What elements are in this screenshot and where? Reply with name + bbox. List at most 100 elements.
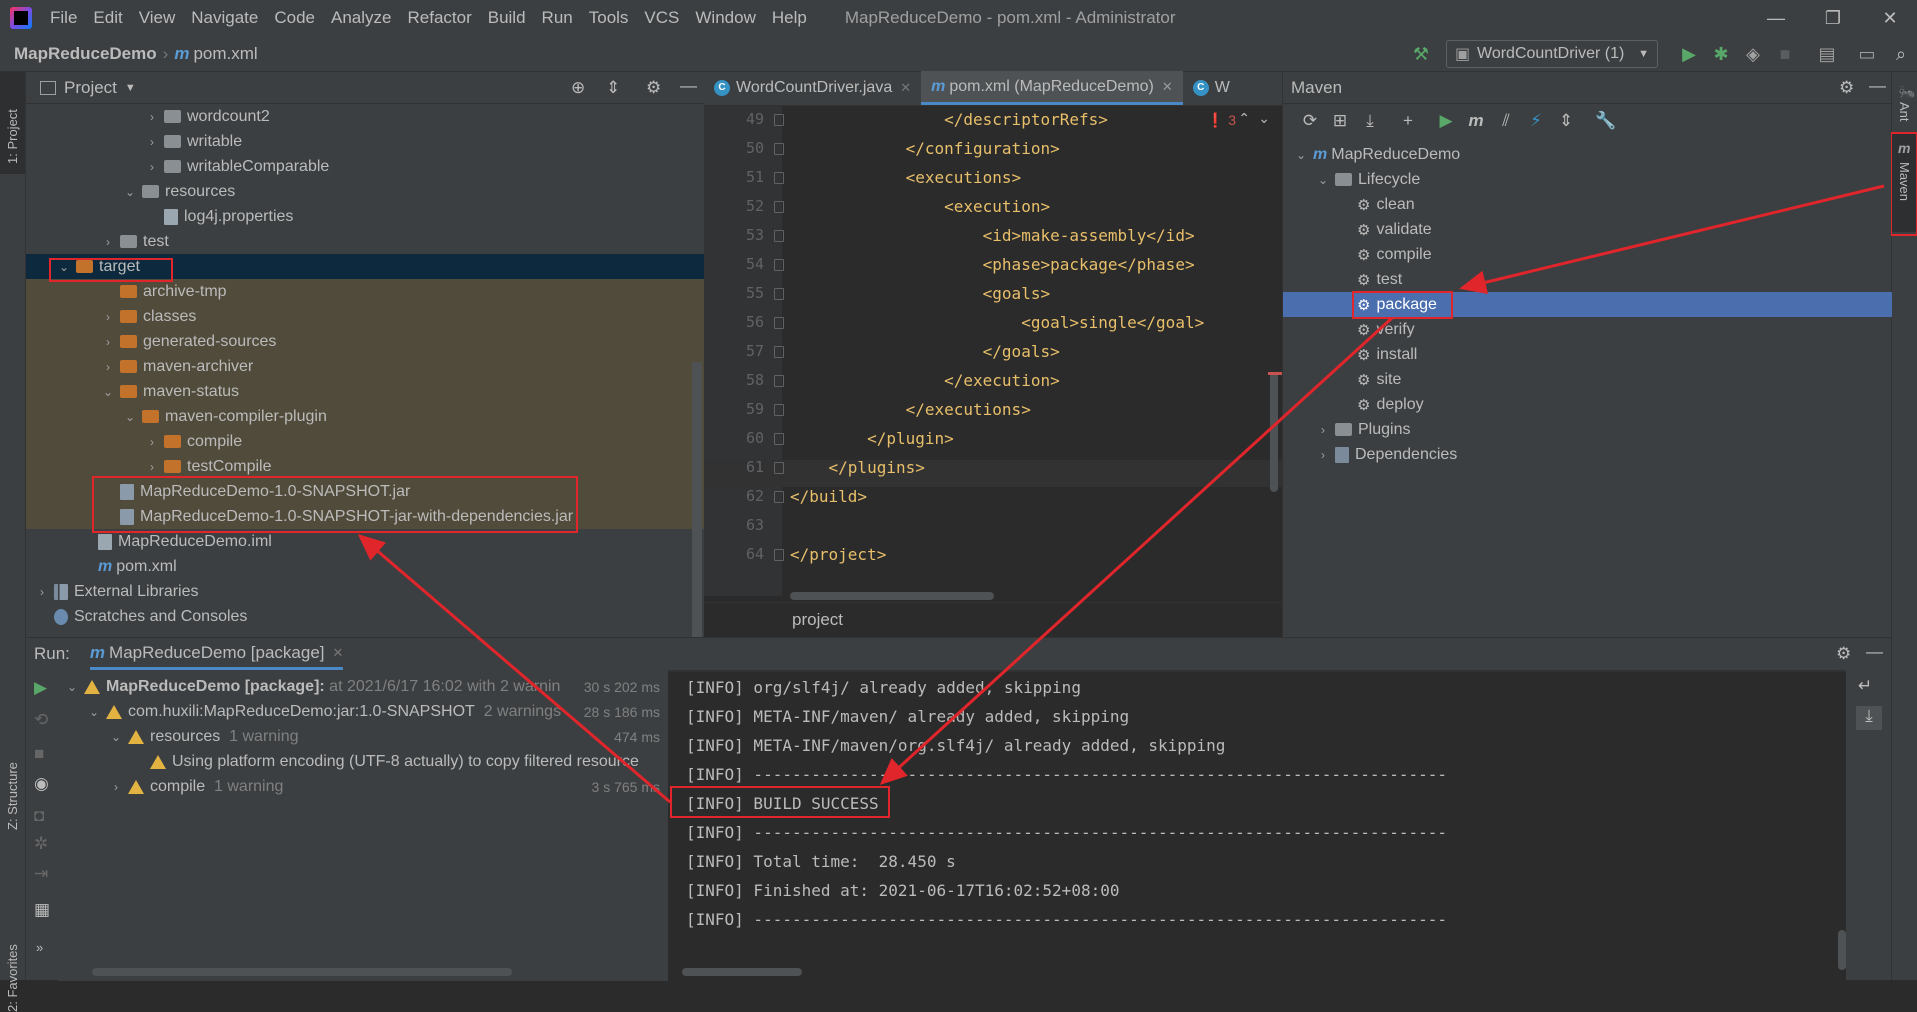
fold-marker-icon[interactable]	[774, 375, 784, 387]
tab-wordcountdriver[interactable]: C WordCountDriver.java ✕	[704, 71, 921, 105]
code-line[interactable]: <id>make-assembly</id>	[790, 226, 1195, 245]
chevron-right-icon[interactable]: ›	[108, 780, 124, 794]
chevron-right-icon[interactable]: ›	[100, 310, 116, 324]
ant-tab[interactable]: Ant	[1897, 102, 1912, 122]
menu-vcs[interactable]: VCS	[636, 8, 687, 28]
console-horizontal-scrollbar[interactable]	[682, 968, 802, 976]
menu-view[interactable]: View	[131, 8, 184, 28]
project-tree-item[interactable]: › External Libraries	[26, 579, 704, 604]
build-tree-item[interactable]: ⌄ resources 1 warning 474 ms	[58, 724, 668, 749]
execute-goal-icon[interactable]: m	[1461, 111, 1491, 131]
xml-breadcrumb[interactable]: project	[792, 610, 843, 630]
build-tree-item[interactable]: ⌄ MapReduceDemo [package]: at 2021/6/17 1…	[58, 674, 668, 699]
soft-wrap-icon[interactable]: ↵	[1858, 676, 1872, 696]
lifecycle-phase-validate[interactable]: ⚙ validate	[1283, 217, 1892, 242]
run-configuration-select[interactable]: ▣ WordCountDriver (1) ▼	[1446, 40, 1658, 68]
close-tab-icon[interactable]: ✕	[1162, 79, 1173, 95]
code-line[interactable]: </descriptorRefs>	[790, 110, 1108, 129]
lifecycle-phase-clean[interactable]: ⚙ clean	[1283, 192, 1892, 217]
tab-pom-xml[interactable]: m pom.xml (MapReduceDemo) ✕	[921, 71, 1183, 105]
menu-edit[interactable]: Edit	[85, 8, 130, 28]
build-tree-scrollbar[interactable]	[92, 968, 512, 976]
menu-code[interactable]: Code	[266, 8, 323, 28]
project-panel-title[interactable]: Project	[64, 78, 117, 98]
breadcrumb-project[interactable]: MapReduceDemo	[14, 44, 157, 64]
lifecycle-phase-package[interactable]: ⚙ package	[1283, 292, 1892, 317]
reload-icon[interactable]: ⟳	[1295, 111, 1325, 131]
menu-refactor[interactable]: Refactor	[399, 8, 479, 28]
project-tree-item[interactable]: › classes	[26, 304, 704, 329]
skip-tests-icon[interactable]: ⚡	[1521, 111, 1551, 131]
project-scrollbar[interactable]	[692, 362, 702, 637]
code-line[interactable]: </execution>	[790, 371, 1060, 390]
lifecycle-phase-install[interactable]: ⚙ install	[1283, 342, 1892, 367]
project-tree-item[interactable]: ⌄ maven-status	[26, 379, 704, 404]
plugins-node[interactable]: › Plugins	[1283, 417, 1892, 442]
fold-marker-icon[interactable]	[774, 172, 784, 184]
project-tree-item[interactable]: log4j.properties	[26, 204, 704, 229]
favorites-tab[interactable]: 2: Favorites	[5, 944, 20, 1012]
close-icon[interactable]: ✕	[1865, 0, 1915, 36]
project-tree-item[interactable]: › writable	[26, 129, 704, 154]
fold-marker-icon[interactable]	[774, 317, 784, 329]
fold-marker-icon[interactable]	[774, 230, 784, 242]
project-tree-item[interactable]: › test	[26, 229, 704, 254]
lifecycle-phase-compile[interactable]: ⚙ compile	[1283, 242, 1892, 267]
fold-marker-icon[interactable]	[774, 462, 784, 474]
editor-vertical-scrollbar[interactable]	[1270, 372, 1278, 492]
project-tree-item[interactable]: › compile	[26, 429, 704, 454]
menu-file[interactable]: File	[42, 8, 85, 28]
project-tree-item[interactable]: › generated-sources	[26, 329, 704, 354]
maven-root[interactable]: ⌄ m MapReduceDemo	[1283, 142, 1892, 167]
build-tree-item[interactable]: ⌄ com.huxili:MapReduceDemo:jar:1.0-SNAPSH…	[58, 699, 668, 724]
menu-window[interactable]: Window	[687, 8, 763, 28]
code-content[interactable]: 49 </descriptorRefs> 50 </configuration> 5…	[704, 106, 1282, 596]
code-line[interactable]: </project>	[790, 545, 886, 564]
editor-horizontal-scrollbar[interactable]	[790, 592, 994, 600]
project-tree-item[interactable]: Scratches and Consoles	[26, 604, 704, 629]
camera-icon[interactable]: ◘	[34, 806, 44, 826]
chevron-right-icon[interactable]: ›	[1315, 423, 1331, 437]
code-line[interactable]: </build>	[790, 487, 867, 506]
toolbox-icon[interactable]: ▭	[1854, 41, 1880, 67]
restore-icon[interactable]: ❐	[1808, 0, 1858, 36]
code-line[interactable]: <execution>	[790, 197, 1050, 216]
chevron-down-icon[interactable]: ⌄	[108, 730, 124, 744]
project-tree-item[interactable]: archive-tmp	[26, 279, 704, 304]
chevron-down-icon[interactable]: ⌄	[1315, 173, 1331, 187]
chevron-down-icon[interactable]: ⌄	[56, 260, 72, 274]
download-icon[interactable]: ⤓	[1355, 111, 1385, 131]
fold-marker-icon[interactable]	[774, 259, 784, 271]
code-line[interactable]: </goals>	[790, 342, 1060, 361]
error-indicator[interactable]: ❗ 3	[1207, 112, 1236, 129]
add-icon[interactable]: +	[1393, 111, 1423, 131]
project-tree-item[interactable]: MapReduceDemo.iml	[26, 529, 704, 554]
fold-marker-icon[interactable]	[774, 491, 784, 503]
chevron-down-icon[interactable]: ⌄	[122, 410, 138, 424]
fold-marker-icon[interactable]	[774, 549, 784, 561]
project-structure-icon[interactable]: ▤	[1814, 41, 1840, 67]
minimize-icon[interactable]: —	[1751, 0, 1801, 36]
menu-navigate[interactable]: Navigate	[183, 8, 266, 28]
chevron-right-icon[interactable]: ›	[1315, 448, 1331, 462]
locate-file-icon[interactable]: ⊕	[571, 78, 585, 98]
build-tree-item[interactable]: › compile 1 warning 3 s 765 ms	[58, 774, 668, 799]
gear-icon[interactable]: ⚙	[1836, 644, 1851, 664]
chevron-down-icon[interactable]: ⌄	[100, 385, 116, 399]
close-tab-icon[interactable]: ✕	[900, 80, 911, 96]
project-tree-item[interactable]: m pom.xml	[26, 554, 704, 579]
wrench-icon[interactable]: 🔧	[1591, 111, 1621, 131]
run-tab[interactable]: m MapReduceDemo [package] ✕	[89, 638, 344, 670]
chevron-right-icon[interactable]: ›	[34, 585, 50, 599]
collapse-all-icon[interactable]: ⇕	[1551, 111, 1581, 131]
scroll-to-end-icon[interactable]: ⤓	[1856, 706, 1882, 730]
build-console[interactable]: [INFO] org/slf4j/ already added, skippin…	[668, 670, 1846, 981]
stop-icon[interactable]: ■	[34, 744, 44, 764]
fold-marker-icon[interactable]	[774, 404, 784, 416]
fold-marker-icon[interactable]	[774, 143, 784, 155]
rerun-failed-icon[interactable]: ⟲	[34, 710, 48, 730]
chevron-down-icon[interactable]: ▼	[125, 82, 136, 94]
project-tree-item[interactable]: ⌄ maven-compiler-plugin	[26, 404, 704, 429]
chevron-down-icon[interactable]: ⌄	[64, 680, 80, 694]
maven-tool-tab[interactable]: m Maven	[1892, 134, 1917, 232]
